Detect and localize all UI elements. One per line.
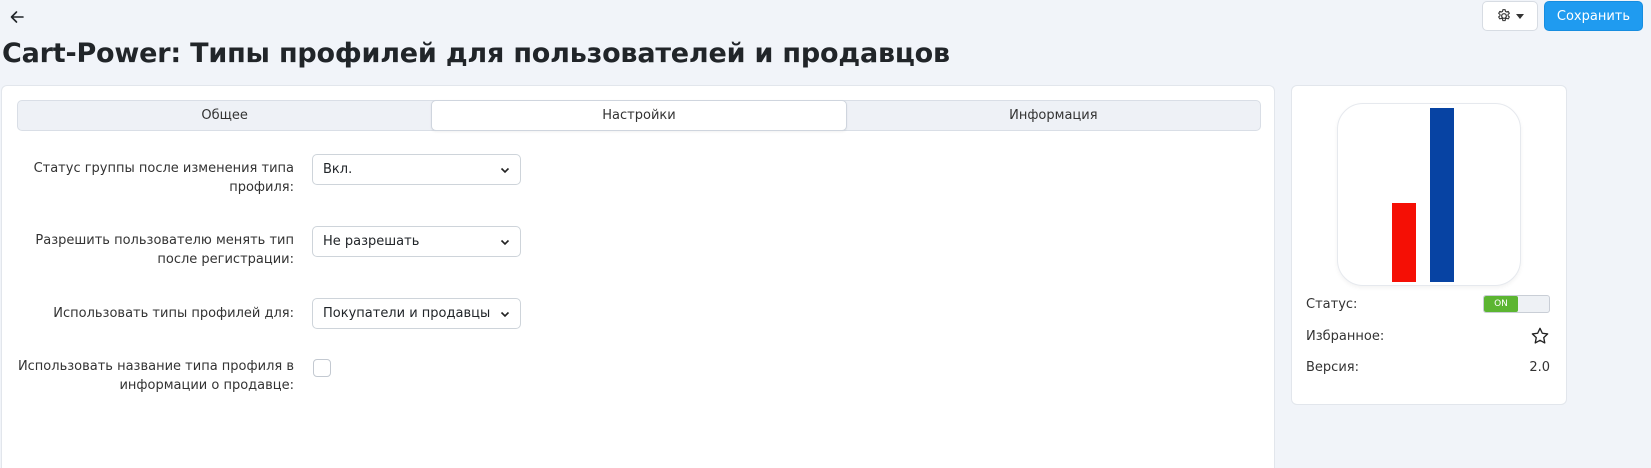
logo-bar-red — [1392, 203, 1416, 282]
chevron-down-icon — [500, 239, 510, 245]
gear-icon — [1498, 9, 1510, 22]
version-label: Версия: — [1306, 359, 1359, 375]
tab-general[interactable]: Общее — [18, 101, 431, 130]
arrow-left-icon — [10, 11, 24, 23]
group-status-value: Вкл. — [323, 162, 353, 177]
caret-down-icon — [1515, 13, 1524, 19]
version-value: 2.0 — [1529, 359, 1550, 375]
vendor-info-checkbox[interactable] — [313, 359, 331, 377]
addon-logo — [1337, 103, 1521, 286]
use-for-label: Использовать типы профилей для: — [53, 306, 294, 321]
star-icon — [1531, 327, 1549, 344]
chevron-down-icon — [500, 311, 510, 317]
save-button[interactable]: Сохранить — [1543, 1, 1643, 31]
logo-bar-blue — [1430, 108, 1454, 282]
tab-bar: Общее Настройки Информация — [17, 100, 1261, 131]
group-status-label: Статус группы после изменения типа профи… — [33, 161, 294, 195]
status-toggle[interactable]: ON — [1483, 295, 1550, 313]
allow-change-label: Разрешить пользователю менять тип после … — [35, 233, 294, 267]
group-status-select[interactable]: Вкл. — [312, 154, 521, 185]
use-for-value: Покупатели и продавцы — [323, 306, 491, 321]
status-row: Статус: ON — [1306, 294, 1550, 314]
version-row: Версия: 2.0 — [1306, 357, 1550, 377]
back-button[interactable] — [6, 6, 28, 28]
favorite-label: Избранное: — [1306, 328, 1385, 344]
status-toggle-on: ON — [1484, 296, 1518, 312]
allow-change-select[interactable]: Не разрешать — [312, 226, 521, 257]
favorite-star-button[interactable] — [1530, 326, 1550, 346]
allow-change-value: Не разрешать — [323, 234, 420, 249]
favorite-row: Избранное: — [1306, 326, 1550, 346]
settings-panel: Общее Настройки Информация Статус группы… — [1, 85, 1275, 468]
tab-settings[interactable]: Настройки — [431, 100, 847, 131]
chevron-down-icon — [500, 167, 510, 173]
top-actions: Сохранить — [1481, 1, 1643, 31]
use-for-select[interactable]: Покупатели и продавцы — [312, 298, 521, 329]
addon-info-card: Статус: ON Избранное: Версия: 2.0 — [1291, 85, 1567, 405]
tab-information[interactable]: Информация — [847, 101, 1260, 130]
status-label: Статус: — [1306, 296, 1358, 312]
bar-chart-logo-icon — [1392, 108, 1454, 282]
vendor-info-label: Использовать название типа профиля в инф… — [17, 359, 294, 393]
settings-dropdown-button[interactable] — [1481, 1, 1538, 31]
page-title: Cart-Power: Типы профилей для пользовате… — [2, 38, 950, 69]
